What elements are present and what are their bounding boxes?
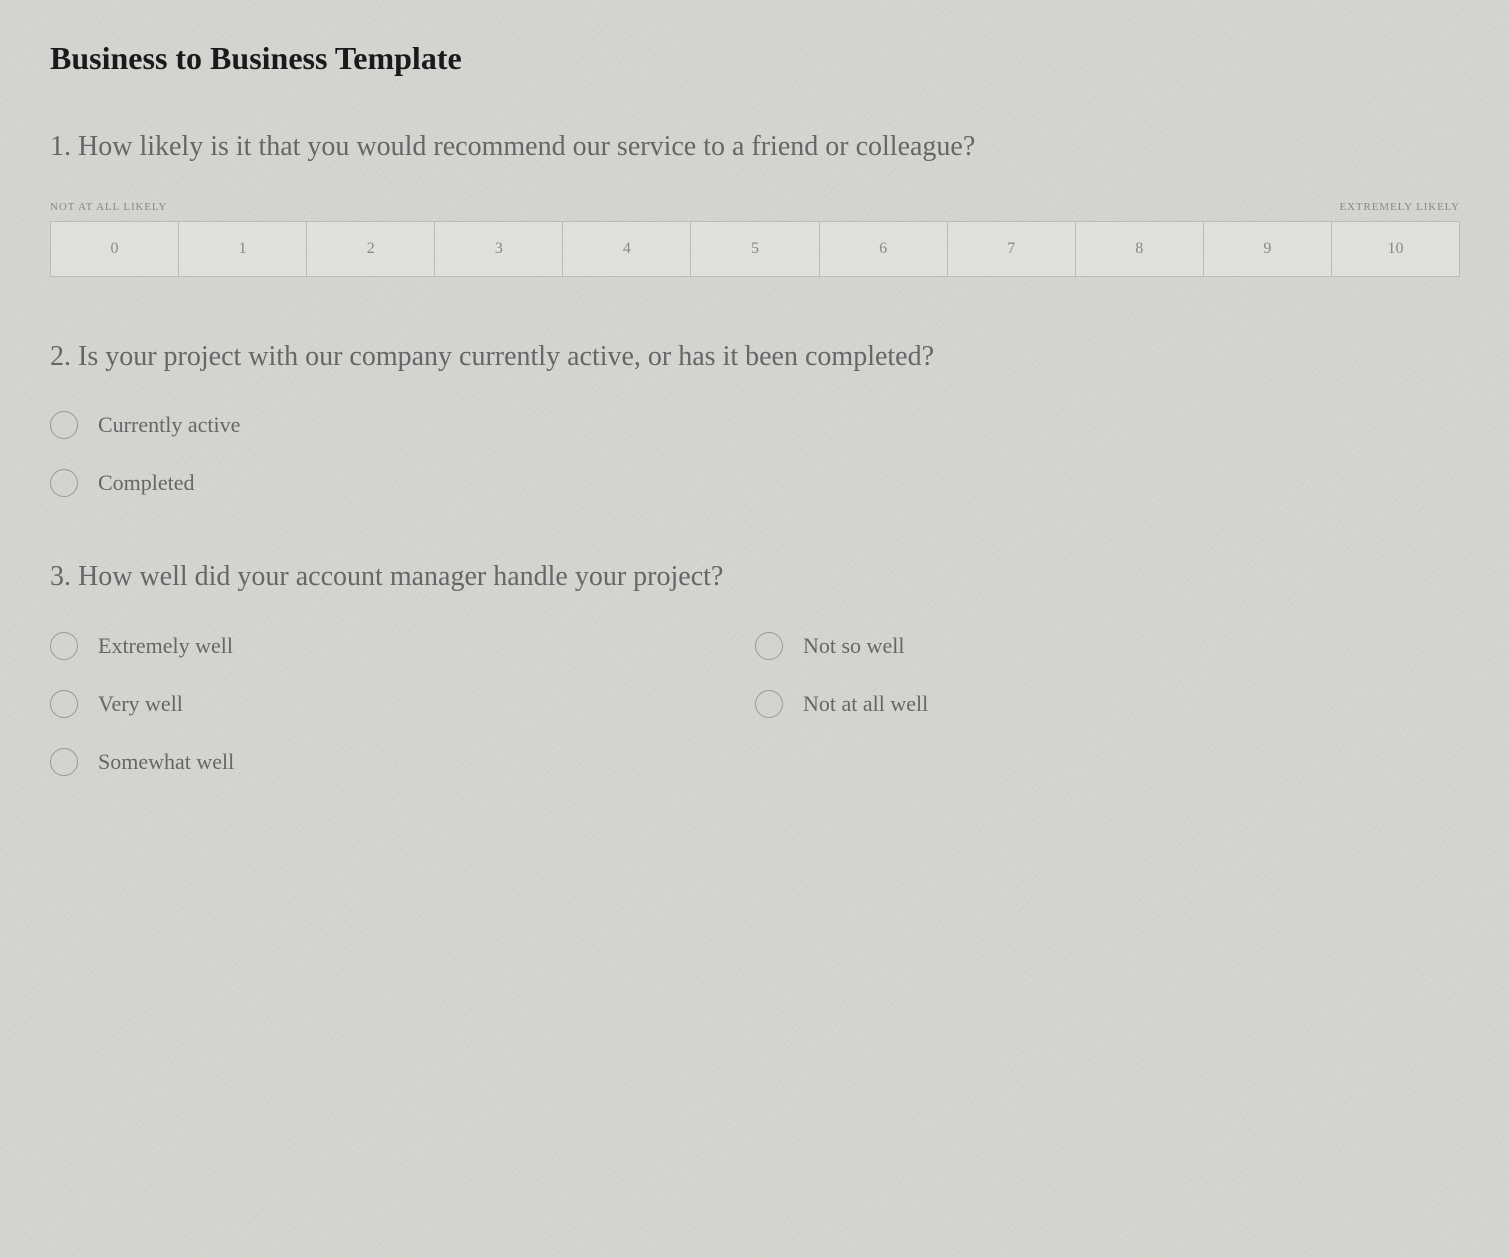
question-2-text: 2. Is your project with our company curr…: [50, 337, 1460, 376]
question-1: 1. How likely is it that you would recom…: [50, 127, 1460, 277]
option-completed[interactable]: Completed: [50, 469, 1460, 497]
scale-cell-8[interactable]: 8: [1076, 222, 1204, 276]
radio-very-well[interactable]: [50, 690, 78, 718]
nps-scale: 0 1 2 3 4 5 6 7 8 9 10: [50, 221, 1460, 277]
scale-cell-5[interactable]: 5: [691, 222, 819, 276]
scale-cell-9[interactable]: 9: [1204, 222, 1332, 276]
option-very-well-label: Very well: [98, 691, 183, 717]
option-extremely-well-label: Extremely well: [98, 633, 233, 659]
scale-cell-7[interactable]: 7: [948, 222, 1076, 276]
scale-cell-2[interactable]: 2: [307, 222, 435, 276]
option-not-so-well-label: Not so well: [803, 633, 904, 659]
radio-completed[interactable]: [50, 469, 78, 497]
option-somewhat-well[interactable]: Somewhat well: [50, 748, 755, 776]
page-title: Business to Business Template: [50, 40, 1460, 77]
radio-extremely-well[interactable]: [50, 632, 78, 660]
scale-cell-3[interactable]: 3: [435, 222, 563, 276]
option-currently-active[interactable]: Currently active: [50, 411, 1460, 439]
scale-cell-4[interactable]: 4: [563, 222, 691, 276]
question-3-text: 3. How well did your account manager han…: [50, 557, 1460, 596]
grid-spacer: [755, 748, 1460, 776]
option-not-at-all-well[interactable]: Not at all well: [755, 690, 1460, 718]
option-somewhat-well-label: Somewhat well: [98, 749, 234, 775]
option-not-so-well[interactable]: Not so well: [755, 632, 1460, 660]
radio-not-so-well[interactable]: [755, 632, 783, 660]
scale-cell-6[interactable]: 6: [820, 222, 948, 276]
option-extremely-well[interactable]: Extremely well: [50, 632, 755, 660]
option-currently-active-label: Currently active: [98, 412, 240, 438]
option-completed-label: Completed: [98, 470, 195, 496]
question-1-text: 1. How likely is it that you would recom…: [50, 127, 1460, 166]
question-3: 3. How well did your account manager han…: [50, 557, 1460, 775]
scale-labels: NOT AT ALL LIKELY EXTREMELY LIKELY: [50, 201, 1460, 213]
option-very-well[interactable]: Very well: [50, 690, 755, 718]
question-3-options: Extremely well Not so well Very well Not…: [50, 632, 1460, 776]
question-2: 2. Is your project with our company curr…: [50, 337, 1460, 497]
radio-somewhat-well[interactable]: [50, 748, 78, 776]
scale-max-label: EXTREMELY LIKELY: [1339, 201, 1460, 213]
radio-currently-active[interactable]: [50, 411, 78, 439]
scale-min-label: NOT AT ALL LIKELY: [50, 201, 167, 213]
radio-not-at-all-well[interactable]: [755, 690, 783, 718]
scale-cell-1[interactable]: 1: [179, 222, 307, 276]
option-not-at-all-well-label: Not at all well: [803, 691, 928, 717]
scale-cell-0[interactable]: 0: [51, 222, 179, 276]
question-2-options: Currently active Completed: [50, 411, 1460, 497]
scale-cell-10[interactable]: 10: [1332, 222, 1459, 276]
